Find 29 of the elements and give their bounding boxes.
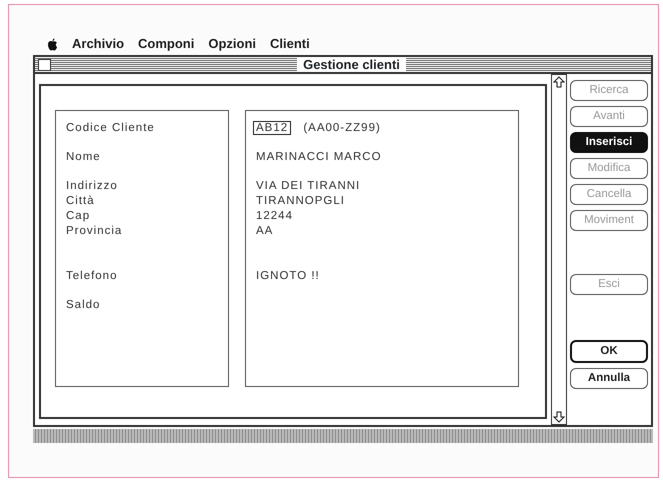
field-label: Città	[66, 195, 95, 207]
menu-item[interactable]: Clienti	[270, 34, 310, 54]
field-value[interactable]: IGNOTO !!	[256, 270, 320, 282]
field-label: Nome	[66, 151, 101, 163]
field-label: Codice Cliente	[66, 122, 155, 134]
window-title: Gestione clienti	[297, 57, 406, 72]
field-value[interactable]: 12244	[256, 210, 293, 222]
scroll-down-icon[interactable]	[552, 410, 566, 424]
apple-icon[interactable]	[47, 38, 58, 50]
field-label: Provincia	[66, 225, 122, 237]
menu-item[interactable]: Opzioni	[208, 34, 256, 54]
field-value[interactable]: TIRANNOPGLI	[256, 195, 345, 207]
field-label: Saldo	[66, 299, 100, 311]
field-label: Cap	[66, 210, 90, 222]
dialog-button[interactable]: OK	[570, 340, 648, 363]
scroll-bar[interactable]	[551, 74, 567, 425]
dialog-button[interactable]: Inserisci	[570, 132, 648, 153]
field-label: Indirizzo	[66, 180, 118, 192]
dialog-button[interactable]: Annulla	[570, 368, 648, 389]
scroll-up-icon[interactable]	[552, 75, 566, 89]
field-value[interactable]: MARINACCI MARCO	[256, 151, 382, 163]
menu-item[interactable]: Archivio	[72, 34, 124, 54]
close-box[interactable]	[38, 58, 51, 70]
field-value[interactable]: VIA DEI TIRANNI	[256, 180, 360, 192]
field-value[interactable]: AA	[256, 225, 274, 237]
format-hint: (AA00-ZZ99)	[303, 122, 381, 134]
code-input-field[interactable]: AB12	[253, 121, 292, 135]
field-label: Telefono	[66, 270, 118, 282]
menu-item[interactable]: Componi	[138, 34, 194, 54]
